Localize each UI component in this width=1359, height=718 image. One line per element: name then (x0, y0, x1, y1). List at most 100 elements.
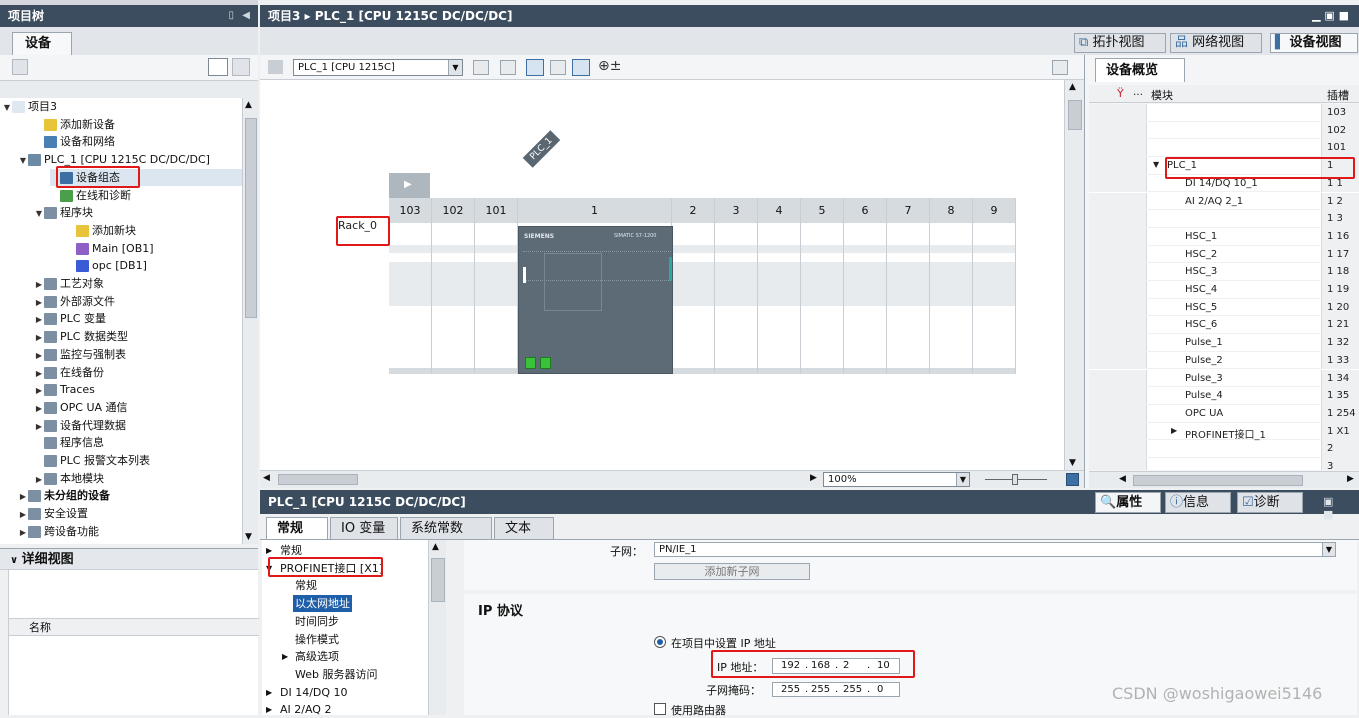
tab-info[interactable]: ⓘ信息 (1165, 492, 1231, 513)
tab-diagnostics[interactable]: ☑诊断 (1237, 492, 1303, 513)
expand-right-icon[interactable]: ▶ (18, 506, 28, 524)
scroll-right-icon[interactable]: ▶ (810, 473, 817, 483)
overview-row[interactable]: OPC UA 1 254 (1089, 404, 1359, 423)
pin-icon[interactable]: ▯ (228, 5, 234, 27)
filter-icon[interactable]: Ÿ (1117, 87, 1124, 100)
expand-right-icon[interactable]: ▶ (34, 347, 44, 365)
mask-octet-4[interactable]: 0 (877, 683, 883, 696)
overview-row[interactable]: HSC_2 1 17 (1089, 245, 1359, 264)
properties-nav-item[interactable]: Web 服务器访问 (262, 666, 428, 683)
properties-tab[interactable]: 文本 (494, 517, 554, 539)
device-icon[interactable] (268, 60, 283, 74)
rack-slot[interactable]: 2 (672, 198, 715, 374)
tree-item[interactable]: 设备和网络 (34, 133, 242, 151)
properties-icon[interactable] (473, 60, 489, 75)
overview-row[interactable]: 101 (1089, 139, 1359, 158)
cpu-module[interactable]: SIEMENS SIMATIC S7-1200 (518, 226, 673, 374)
rack-slot[interactable]: 103 (389, 198, 432, 374)
tree-item[interactable]: ▶ 设备代理数据 (34, 417, 242, 435)
tab-properties[interactable]: 🔍属性 (1095, 492, 1161, 513)
tree-item[interactable]: opc [DB1] (66, 257, 242, 275)
rack-slot[interactable]: 4 (758, 198, 801, 374)
expand-right-icon[interactable]: ▶ (266, 684, 272, 701)
properties-tab[interactable]: 常规 (266, 517, 328, 540)
expand-right-icon[interactable]: ▶ (34, 329, 44, 347)
overview-row[interactable]: Pulse_1 1 32 (1089, 334, 1359, 352)
tree-item[interactable]: ▼ 项目3 (2, 98, 232, 116)
properties-nav-item[interactable]: 以太网地址 (262, 595, 428, 613)
col-slot[interactable]: 插槽 (1327, 87, 1349, 103)
overview-icon[interactable] (232, 58, 250, 76)
expand-right-icon[interactable]: ▶ (34, 276, 44, 294)
page-icon[interactable] (572, 59, 590, 76)
detail-column-name[interactable]: 名称 (9, 618, 259, 636)
tree-item[interactable]: Main [OB1] (66, 240, 242, 258)
overview-row[interactable]: HSC_3 1 18 (1089, 263, 1359, 281)
tab-topology-view[interactable]: ⧉ 拓扑视图 (1074, 33, 1166, 53)
detail-view-header[interactable]: ∨ 详细视图 (0, 548, 258, 570)
tree-item[interactable]: 添加新设备 (34, 116, 242, 134)
expand-down-icon[interactable]: ▼ (2, 99, 12, 117)
overview-row[interactable]: 1 3 (1089, 210, 1359, 228)
device-list-icon[interactable] (12, 59, 28, 75)
tree-item[interactable]: 添加新块 (66, 222, 242, 240)
overview-row[interactable]: HSC_5 1 20 (1089, 298, 1359, 317)
expand-down-icon[interactable]: ▼ (34, 205, 44, 223)
scroll-left-icon[interactable]: ◀ (1119, 474, 1126, 484)
tree-scroll-thumb[interactable] (245, 118, 257, 318)
subnet-select[interactable]: PN/IE_1 ▼ (654, 542, 1336, 557)
overview-row[interactable]: Pulse_3 1 34 (1089, 369, 1359, 388)
more-icon[interactable]: … (1133, 87, 1143, 98)
use-router-checkbox[interactable] (654, 703, 666, 715)
tree-item[interactable]: ▶ Traces (34, 381, 242, 399)
scroll-down-icon[interactable]: ▼ (1069, 458, 1076, 468)
tree-item[interactable]: ▶ 跨设备功能 (18, 523, 242, 541)
tree-item[interactable]: 在线和诊断 (50, 187, 242, 205)
rack-slot[interactable]: 5 (801, 198, 844, 374)
overview-row[interactable]: 102 (1089, 121, 1359, 140)
dropdown-arrow-icon[interactable]: ▼ (1322, 543, 1335, 556)
scroll-up-icon[interactable]: ▲ (245, 100, 252, 110)
dropdown-arrow-icon[interactable]: ▼ (956, 473, 969, 486)
overview-row[interactable]: 103 (1089, 104, 1359, 122)
tree-item[interactable]: ▶ 安全设置 (18, 505, 242, 523)
overview-row[interactable]: HSC_1 1 16 (1089, 227, 1359, 246)
expand-right-icon[interactable]: ▶ (34, 382, 44, 400)
zoom-select[interactable]: 100% ▼ (823, 472, 970, 487)
tree-item[interactable]: PLC 报警文本列表 (34, 452, 242, 470)
zoom-select-icon[interactable] (526, 59, 544, 76)
rack-slot[interactable]: 7 (887, 198, 930, 374)
expand-right-icon[interactable]: ▶ (18, 524, 28, 542)
dropdown-arrow-icon[interactable]: ▼ (448, 60, 462, 75)
canvas-vscroll-thumb[interactable] (1068, 100, 1082, 130)
scroll-up-icon[interactable]: ▲ (1069, 82, 1076, 92)
collapse-icon[interactable]: ◀ (242, 5, 250, 27)
tree-item[interactable]: ▶ PLC 数据类型 (34, 328, 242, 346)
expand-right-icon[interactable]: ▶ (34, 471, 44, 489)
mask-octet-2[interactable]: 255 (811, 683, 830, 696)
expand-right-icon[interactable]: ▶ (34, 365, 44, 383)
nav-scrollbar[interactable]: ▲ (428, 540, 446, 715)
properties-nav-item[interactable]: 常规 (262, 577, 428, 594)
scroll-up-icon[interactable]: ▲ (432, 542, 439, 552)
table-icon[interactable] (500, 60, 516, 75)
properties-nav-item[interactable]: ▶ AI 2/AQ 2 (262, 701, 428, 715)
tree-item[interactable]: ▶ 监控与强制表 (34, 346, 242, 364)
subnet-mask-field[interactable]: 255. 255. 255. 0 (772, 682, 900, 697)
scroll-right-icon[interactable]: ▶ (1347, 474, 1354, 484)
tab-network-view[interactable]: 品 网络视图 (1170, 33, 1262, 53)
tree-item[interactable]: ▶ 外部源文件 (34, 293, 242, 311)
scroll-left-icon[interactable]: ◀ (263, 473, 270, 483)
expand-right-icon[interactable]: ▶ (34, 418, 44, 436)
overview-row[interactable]: Pulse_4 1 35 (1089, 387, 1359, 405)
overview-row[interactable]: AI 2/AQ 2_1 1 2 (1089, 192, 1359, 211)
overview-row[interactable]: HSC_4 1 19 (1089, 281, 1359, 299)
expand-right-icon[interactable]: ▶ (34, 400, 44, 418)
rack-slot[interactable]: 6 (844, 198, 887, 374)
expand-down-icon[interactable]: ▼ (18, 152, 28, 170)
tab-device-view[interactable]: ▌ 设备视图 (1270, 33, 1358, 53)
tab-devices[interactable]: 设备 (12, 32, 72, 55)
mask-octet-3[interactable]: 255 (843, 683, 862, 696)
device-select[interactable]: PLC_1 [CPU 1215C] ▼ (293, 59, 463, 76)
overview-row[interactable]: Pulse_2 1 33 (1089, 351, 1359, 370)
